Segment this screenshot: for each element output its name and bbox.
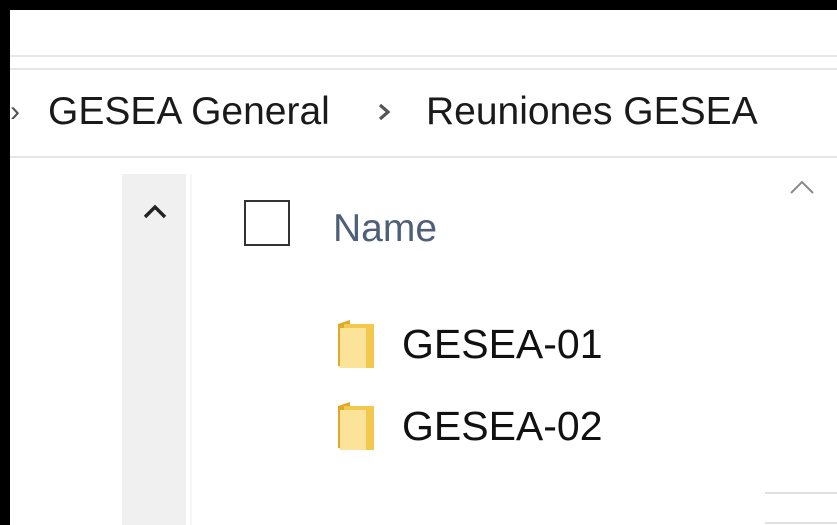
file-explorer-window: › GESEA General Reuniones GESEA Name GES… [0,0,837,525]
breadcrumb-overflow-chevron-icon[interactable]: › [10,97,20,127]
file-name: GESEA-02 [402,403,603,449]
divider-line [765,522,837,524]
folder-icon [338,320,374,368]
sort-ascending-chevron-icon [790,180,814,194]
file-row[interactable]: GESEA-02 [330,394,770,458]
select-all-checkbox[interactable] [244,200,290,246]
divider-line [765,492,837,494]
breadcrumb-item-gesea-general[interactable]: GESEA General [48,86,330,138]
toolbar-strip [10,10,837,57]
address-bar[interactable]: › GESEA General Reuniones GESEA [10,68,837,158]
folder-icon [338,402,374,450]
file-name: GESEA-01 [402,321,603,367]
scroll-up-chevron-icon[interactable] [142,202,168,220]
file-row[interactable]: GESEA-01 [330,312,770,376]
column-header-name[interactable]: Name [333,206,437,252]
breadcrumb-item-reuniones-gesea[interactable]: Reuniones GESEA [426,86,758,138]
chevron-right-icon[interactable] [376,102,392,122]
pane-divider[interactable] [190,174,192,525]
navigation-pane-scrollbar[interactable] [122,174,186,525]
